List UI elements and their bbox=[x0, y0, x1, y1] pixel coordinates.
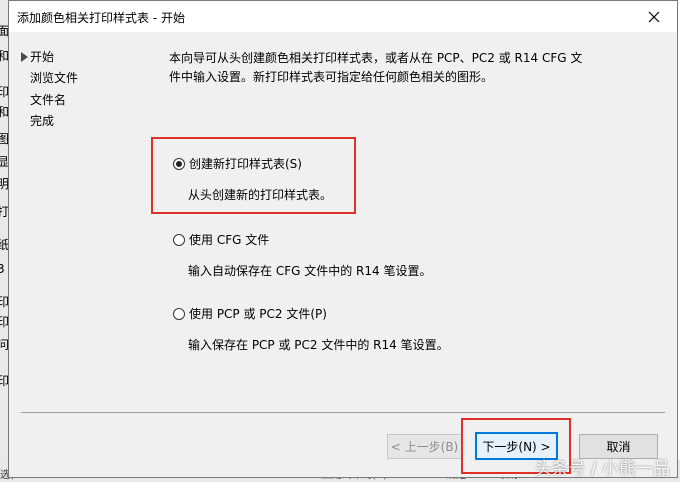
wizard-dialog: 添加颜色相关打印样式表 - 开始 开始 浏览文件 文件名 完成 本向导可从头创建… bbox=[8, 0, 678, 478]
option-use-cfg[interactable]: 使用 CFG 文件 bbox=[173, 231, 269, 248]
title-bar[interactable]: 添加颜色相关打印样式表 - 开始 bbox=[9, 1, 677, 32]
option-use-pcp[interactable]: 使用 PCP 或 PC2 文件(P) bbox=[173, 305, 327, 322]
option-create-new[interactable]: 创建新打印样式表(S) bbox=[173, 155, 302, 172]
step-file-name: 文件名 bbox=[30, 93, 67, 107]
button-separator bbox=[21, 412, 665, 413]
step-finish: 完成 bbox=[30, 114, 55, 128]
back-button[interactable]: < 上一步(B) bbox=[387, 434, 462, 459]
option-use-cfg-description: 输入自动保存在 CFG 文件中的 R14 笔设置。 bbox=[188, 264, 432, 278]
option-use-pcp-label: 使用 PCP 或 PC2 文件(P) bbox=[189, 307, 327, 321]
wizard-description: 本向导可从头创建颜色相关打印样式表，或者从在 PCP、PC2 或 R14 CFG… bbox=[169, 51, 583, 84]
radio-use-cfg[interactable] bbox=[173, 233, 185, 246]
option-use-pcp-description: 输入保存在 PCP 或 PC2 文件中的 R14 笔设置。 bbox=[188, 338, 449, 352]
step-browse-file: 浏览文件 bbox=[30, 71, 79, 85]
close-icon bbox=[648, 11, 660, 22]
option-create-new-label: 创建新打印样式表(S) bbox=[189, 157, 302, 171]
current-step-arrow-icon bbox=[21, 52, 28, 62]
watermark: 头条号 / 小熊一品 bbox=[534, 459, 670, 479]
option-use-cfg-label: 使用 CFG 文件 bbox=[189, 233, 270, 247]
background-text: 3 bbox=[0, 262, 5, 276]
radio-create-new[interactable] bbox=[173, 157, 185, 170]
step-start: 开始 bbox=[30, 50, 55, 64]
dialog-title: 添加颜色相关打印样式表 - 开始 bbox=[17, 11, 185, 25]
close-button[interactable] bbox=[631, 1, 677, 32]
radio-use-pcp[interactable] bbox=[173, 307, 185, 320]
option-create-new-description: 从头创建新的打印样式表。 bbox=[188, 188, 333, 202]
